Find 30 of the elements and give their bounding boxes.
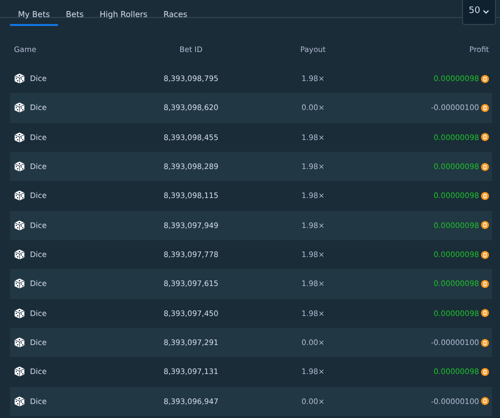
dice-icon (14, 278, 25, 290)
coin-icon (481, 397, 489, 406)
dice-icon (14, 73, 25, 84)
dice-icon (14, 337, 25, 348)
dice-icon (14, 102, 25, 114)
dice-icon (14, 249, 25, 260)
dice-icon (14, 396, 25, 407)
coin-icon (481, 309, 489, 318)
coin-icon (481, 338, 489, 347)
tab[interactable]: My Bets (10, 8, 58, 26)
dice-icon (14, 161, 25, 172)
coin-icon (481, 368, 489, 376)
dice-icon (14, 220, 25, 231)
tab[interactable]: High Rollers (92, 8, 156, 26)
dice-icon (14, 190, 25, 202)
coin-icon (481, 250, 489, 259)
dice-icon (14, 132, 25, 143)
coin-icon (481, 133, 489, 142)
coin-icon (481, 104, 489, 112)
page-size-dropdown[interactable]: 50 (462, 0, 496, 25)
coin-icon (481, 192, 489, 200)
coin-icon (481, 74, 489, 83)
tab[interactable]: Races (155, 8, 196, 26)
chevron-down-icon (483, 10, 490, 14)
coin-icon (481, 280, 489, 288)
dice-icon (14, 366, 25, 378)
coin-icon (481, 162, 489, 171)
dice-icon (14, 308, 25, 319)
tab[interactable]: Bets (58, 8, 92, 26)
coin-icon (481, 221, 489, 230)
